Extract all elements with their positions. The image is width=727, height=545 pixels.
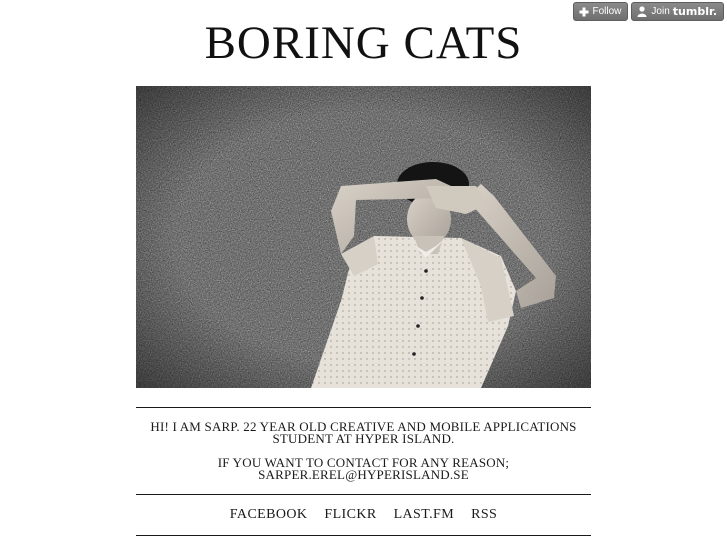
bio-line-2: STUDENT AT HYPER ISLAND.	[272, 431, 455, 446]
divider-top	[136, 407, 591, 408]
header-photo	[136, 86, 591, 388]
flickr-link[interactable]: FLICKR	[324, 507, 376, 523]
divider-middle	[136, 494, 591, 495]
facebook-link[interactable]: FACEBOOK	[230, 507, 308, 523]
lastfm-link[interactable]: LAST.FM	[394, 507, 455, 523]
email-link[interactable]: SARPER.EREL@HYPERISLAND.SE	[258, 467, 469, 482]
blog-title[interactable]: BORING CATS	[0, 16, 727, 70]
blog-description: HI! I AM SARP. 22 YEAR OLD CREATIVE AND …	[136, 420, 591, 482]
divider-bottom	[136, 535, 591, 536]
social-links: FACEBOOK FLICKR LAST.FM RSS	[136, 507, 591, 523]
rss-link[interactable]: RSS	[471, 507, 497, 523]
plus-icon	[579, 7, 589, 17]
